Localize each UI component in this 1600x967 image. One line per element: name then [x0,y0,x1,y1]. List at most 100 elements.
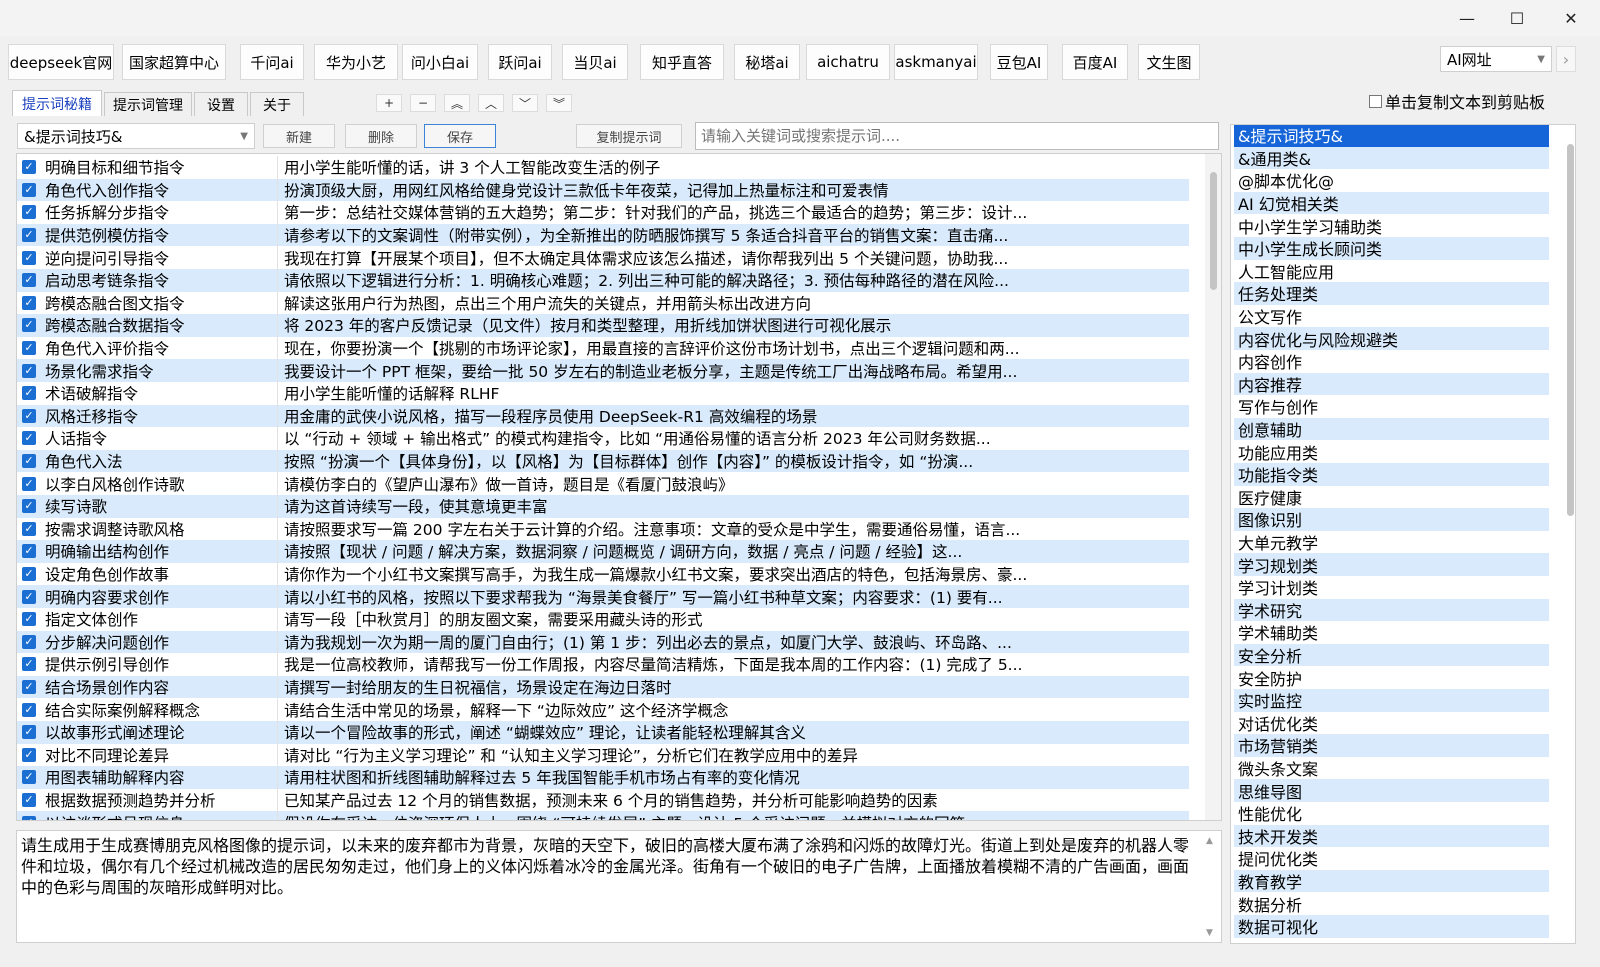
category-item[interactable]: 图像识别 [1234,508,1549,531]
row-checkbox[interactable]: ✓ [22,318,36,333]
category-item[interactable]: @脚本优化@ [1234,169,1549,192]
site-button[interactable]: 百度AI [1062,44,1128,80]
move-down-icon[interactable]: ﹀ [512,94,538,112]
category-item[interactable]: &提示词技巧& [1234,125,1549,147]
table-row[interactable]: ✓ 逆向提问引导指令 我现在打算【开展某个项目】，但不太确定具体需求应该怎么描述，请… [17,246,1189,269]
category-item[interactable]: 人工智能应用 [1234,260,1549,283]
maximize-button[interactable]: ☐ [1494,0,1540,36]
move-bottom-icon[interactable]: ︾ [546,94,572,112]
table-row[interactable]: ✓ 跨模态融合数据指令 将 2023 年的客户反馈记录（见文件）按月和类型整理，用折… [17,314,1189,337]
site-button[interactable]: 豆包AI [990,44,1048,80]
table-row[interactable]: ✓ 风格迁移指令 用金庸的武侠小说风格，描写一段程序员使用 DeepSeek-R1 … [17,404,1189,428]
table-row[interactable]: ✓ 角色代入评价指令 现在，你要扮演一个【挑剔的市场评论家】，用最直接的言辞评价这份… [17,336,1189,360]
category-item[interactable]: 实时监控 [1234,689,1549,712]
row-checkbox[interactable]: ✓ [22,205,36,220]
row-checkbox[interactable]: ✓ [22,567,36,582]
category-item[interactable]: 公文写作 [1234,305,1549,328]
category-item[interactable]: 学术辅助类 [1234,621,1549,644]
table-row[interactable]: ✓ 结合实际案例解释概念 请结合生活中常见的场景，解释一下 “边际效应” 这个经济学… [17,698,1189,721]
category-item[interactable]: 创意辅助 [1234,417,1549,441]
row-checkbox[interactable]: ✓ [22,363,36,378]
tab-about[interactable]: 关于 [250,92,304,116]
move-up-icon[interactable]: ︿ [478,94,504,112]
category-item[interactable]: 学习规划类 [1234,553,1549,576]
category-item[interactable]: 功能应用类 [1234,440,1549,463]
row-checkbox[interactable]: ✓ [22,680,36,695]
category-item[interactable]: 性能优化 [1234,802,1549,825]
close-button[interactable]: ✕ [1548,0,1594,36]
row-checkbox[interactable]: ✓ [22,499,36,514]
row-checkbox[interactable]: ✓ [22,725,36,740]
row-checkbox[interactable]: ✓ [22,634,36,649]
site-button[interactable]: aichatru [806,44,890,80]
table-row[interactable]: ✓ 明确内容要求创作 请以小红书的风格，按照以下要求帮我为 “海景美食餐厅” 写一篇… [17,585,1189,608]
row-checkbox[interactable]: ✓ [22,431,36,446]
site-button[interactable]: 当贝ai [562,44,628,80]
site-button[interactable]: deepseek官网 [8,44,114,80]
table-row[interactable]: ✓ 明确目标和细节指令 用小学生能听懂的话，讲 3 个人工智能改变生活的例子 [17,156,1189,179]
row-checkbox[interactable]: ✓ [22,160,36,175]
table-row[interactable]: ✓ 按需求调整诗歌风格 请按照要求写一篇 200 字左右关于云计算的介绍。注意事项：… [17,517,1189,541]
add-icon[interactable]: + [376,94,402,112]
category-item[interactable]: 大单元教学 [1234,531,1549,554]
category-item[interactable]: 教育教学 [1234,869,1549,893]
table-row[interactable]: ✓ 以故事形式阐述理论 请以一个冒险故事的形式，阐述 “蝴蝶效应” 理论，让读者能轻… [17,721,1189,744]
category-item[interactable]: 写作与创作 [1234,395,1549,418]
row-checkbox[interactable]: ✓ [22,521,36,536]
move-top-icon[interactable]: ︽ [444,94,470,112]
new-button[interactable]: 新建 [263,124,335,148]
table-row[interactable]: ✓ 明确输出结构创作 请按照【现状 / 问题 / 解决方案，数据洞察 / 问题概览 … [17,540,1189,563]
table-row[interactable]: ✓ 以李白风格创作诗歌 请模仿李白的《望庐山瀑布》做一首诗，题目是《看厦门鼓浪屿》 [17,472,1189,495]
row-checkbox[interactable]: ✓ [22,273,36,288]
row-checkbox[interactable]: ✓ [22,341,36,356]
remove-icon[interactable]: − [410,94,436,112]
table-row[interactable]: ✓ 术语破解指令 用小学生能听懂的话解释 RLHF [17,382,1189,405]
prompt-detail-text[interactable]: 请生成用于生成赛博朋克风格图像的提示词，以未来的废弃都市为背景，灰暗的天空下，破… [16,830,1222,943]
category-item[interactable]: AI 幻觉相关类 [1234,191,1549,215]
row-checkbox[interactable]: ✓ [22,770,36,785]
minimize-button[interactable]: — [1444,0,1490,36]
category-item[interactable]: 任务处理类 [1234,282,1549,305]
category-item[interactable]: 微头条文案 [1234,757,1549,780]
site-button[interactable]: 跃问ai [488,44,552,80]
row-checkbox[interactable]: ✓ [22,386,36,401]
scroll-down-icon[interactable]: ▼ [1206,928,1213,938]
table-row[interactable]: ✓ 提供范例模仿指令 请参考以下的文案调性（附带实例），为全新推出的防晒服饰撰写 5… [17,223,1189,247]
search-input[interactable] [695,122,1219,150]
category-item[interactable]: 功能指令类 [1234,463,1549,486]
site-button[interactable]: 华为小艺 [314,44,398,80]
category-item[interactable]: 安全分析 [1234,643,1549,667]
category-item[interactable]: 数据分析 [1234,892,1549,915]
scroll-up-icon[interactable]: ▲ [1206,836,1213,846]
category-scrollbar-thumb[interactable] [1567,144,1574,516]
row-checkbox[interactable]: ✓ [22,250,36,265]
table-row[interactable]: ✓ 设定角色创作故事 请你作为一个小红书文案撰写高手，为我生成一篇爆款小红书文案，要… [17,562,1189,586]
site-button[interactable]: 千问ai [240,44,304,80]
table-row[interactable]: ✓ 跨模态融合图文指令 解读这张用户行为热图，点出三个用户流失的关键点，并用箭头标出… [17,291,1189,315]
tab-prompt-manage[interactable]: 提示词管理 [104,92,192,116]
site-button[interactable]: askmanyai [894,44,978,80]
site-button[interactable]: 国家超算中心 [122,44,226,80]
table-row[interactable]: ✓ 续写诗歌 请为这首诗续写一段，使其意境更丰富 [17,495,1189,518]
category-item[interactable]: 中小学生学习辅助类 [1234,214,1549,237]
category-item[interactable]: 提问优化类 [1234,847,1549,870]
save-button[interactable]: 保存 [424,124,496,148]
table-row[interactable]: ✓ 角色代入创作指令 扮演顶级大厨，用网红风格给健身党设计三款低卡年夜菜，记得加上热… [17,178,1189,202]
site-button[interactable]: 秘塔ai [734,44,800,80]
tab-settings[interactable]: 设置 [194,92,248,116]
category-item[interactable]: 医疗健康 [1234,486,1549,509]
table-row[interactable]: ✓ 根据数据预测趋势并分析 已知某产品过去 12 个月的销售数据，预测未来 6 个月… [17,788,1189,812]
delete-button[interactable]: 删除 [345,124,417,148]
row-checkbox[interactable]: ✓ [22,408,36,423]
table-scrollbar-thumb[interactable] [1210,172,1217,290]
table-row[interactable]: ✓ 结合场景创作内容 请撰写一封给朋友的生日祝福信，场景设定在海边日落时 [17,675,1189,699]
table-row[interactable]: ✓ 用图表辅助解释内容 请用柱状图和折线图辅助解释过去 5 年我国智能手机市场占有率… [17,766,1189,789]
table-row[interactable]: ✓ 场景化需求指令 我要设计一个 PPT 框架，要给一批 50 岁左右的制造业老板分… [17,359,1189,382]
category-item[interactable]: 学习计划类 [1234,576,1549,599]
copy-prompt-button[interactable]: 复制提示词 [576,124,682,148]
row-checkbox[interactable]: ✓ [22,228,36,243]
table-row[interactable]: ✓ 对比不同理论差异 请对比 “行为主义学习理论” 和 “认知主义学习理论”，分析它… [17,743,1189,767]
category-item[interactable]: &通用类& [1234,146,1549,170]
category-item[interactable]: 中小学生成长顾问类 [1234,237,1549,260]
row-checkbox[interactable]: ✓ [22,612,36,627]
